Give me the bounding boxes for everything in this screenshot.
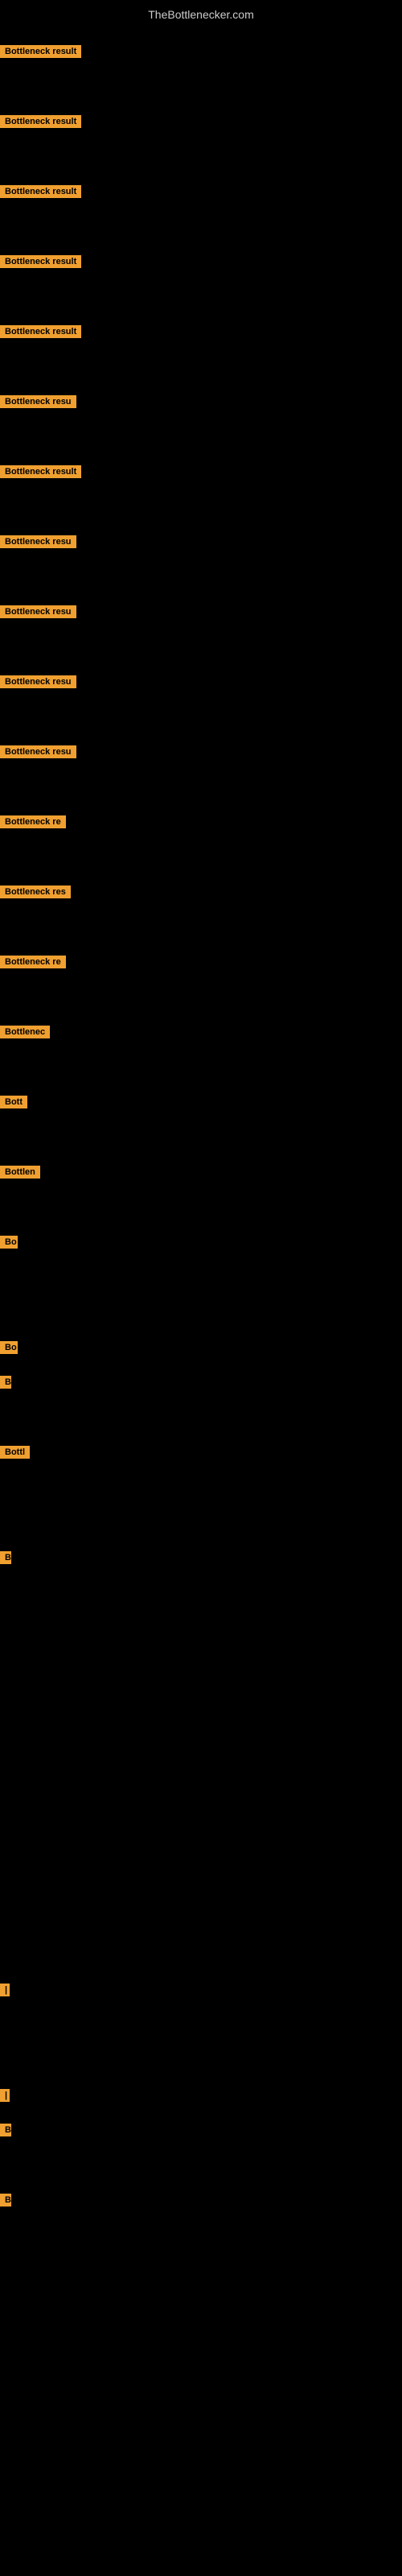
- bottleneck-result-badge-17[interactable]: Bo: [0, 1236, 18, 1249]
- bottleneck-result-badge-16[interactable]: Bottlen: [0, 1166, 40, 1179]
- bottleneck-result-badge-9[interactable]: Bottleneck resu: [0, 675, 76, 688]
- site-title: TheBottlenecker.com: [0, 3, 402, 26]
- bottleneck-result-badge-1[interactable]: Bottleneck result: [0, 115, 81, 128]
- bottleneck-result-badge-10[interactable]: Bottleneck resu: [0, 745, 76, 758]
- badge-row-16: Bottlen: [0, 1166, 40, 1183]
- bottleneck-result-badge-22[interactable]: |: [0, 1984, 10, 1996]
- bottleneck-result-badge-13[interactable]: Bottleneck re: [0, 956, 66, 968]
- bottleneck-result-badge-20[interactable]: Bottl: [0, 1446, 30, 1459]
- bottleneck-result-badge-21[interactable]: B: [0, 1551, 11, 1564]
- badge-row-13: Bottleneck re: [0, 956, 66, 972]
- bottleneck-result-badge-18[interactable]: Bo: [0, 1341, 18, 1354]
- bottleneck-result-badge-7[interactable]: Bottleneck resu: [0, 535, 76, 548]
- badge-row-17: Bo: [0, 1236, 18, 1253]
- badge-row-11: Bottleneck re: [0, 815, 66, 832]
- badge-row-3: Bottleneck result: [0, 255, 81, 272]
- bottleneck-result-badge-3[interactable]: Bottleneck result: [0, 255, 81, 268]
- badge-row-6: Bottleneck result: [0, 465, 81, 482]
- badge-row-22: |: [0, 1984, 10, 2000]
- bottleneck-result-badge-0[interactable]: Bottleneck result: [0, 45, 81, 58]
- badge-row-1: Bottleneck result: [0, 115, 81, 132]
- badge-row-0: Bottleneck result: [0, 45, 81, 62]
- badge-row-24: B: [0, 2124, 11, 2140]
- badge-row-21: B: [0, 1551, 11, 1568]
- badge-row-9: Bottleneck resu: [0, 675, 76, 692]
- bottleneck-result-badge-14[interactable]: Bottlenec: [0, 1026, 50, 1038]
- badge-row-15: Bott: [0, 1096, 27, 1113]
- badge-row-20: Bottl: [0, 1446, 30, 1463]
- bottleneck-result-badge-12[interactable]: Bottleneck res: [0, 886, 71, 898]
- bottleneck-result-badge-4[interactable]: Bottleneck result: [0, 325, 81, 338]
- bottleneck-result-badge-5[interactable]: Bottleneck resu: [0, 395, 76, 408]
- badge-row-2: Bottleneck result: [0, 185, 81, 202]
- badge-row-14: Bottlenec: [0, 1026, 50, 1042]
- badge-row-18: Bo: [0, 1341, 18, 1358]
- badge-row-7: Bottleneck resu: [0, 535, 76, 552]
- bottleneck-result-badge-23[interactable]: |: [0, 2089, 10, 2102]
- badge-row-4: Bottleneck result: [0, 325, 81, 342]
- badge-row-19: B: [0, 1376, 11, 1393]
- bottleneck-result-badge-8[interactable]: Bottleneck resu: [0, 605, 76, 618]
- badge-row-12: Bottleneck res: [0, 886, 71, 902]
- bottleneck-result-badge-6[interactable]: Bottleneck result: [0, 465, 81, 478]
- badge-row-23: |: [0, 2089, 10, 2106]
- bottleneck-result-badge-24[interactable]: B: [0, 2124, 11, 2136]
- bottleneck-result-badge-25[interactable]: B: [0, 2194, 11, 2207]
- badge-row-25: B: [0, 2194, 11, 2211]
- bottleneck-result-badge-2[interactable]: Bottleneck result: [0, 185, 81, 198]
- badge-row-5: Bottleneck resu: [0, 395, 76, 412]
- bottleneck-result-badge-11[interactable]: Bottleneck re: [0, 815, 66, 828]
- bottleneck-result-badge-15[interactable]: Bott: [0, 1096, 27, 1108]
- badge-row-10: Bottleneck resu: [0, 745, 76, 762]
- bottleneck-result-badge-19[interactable]: B: [0, 1376, 11, 1389]
- badge-row-8: Bottleneck resu: [0, 605, 76, 622]
